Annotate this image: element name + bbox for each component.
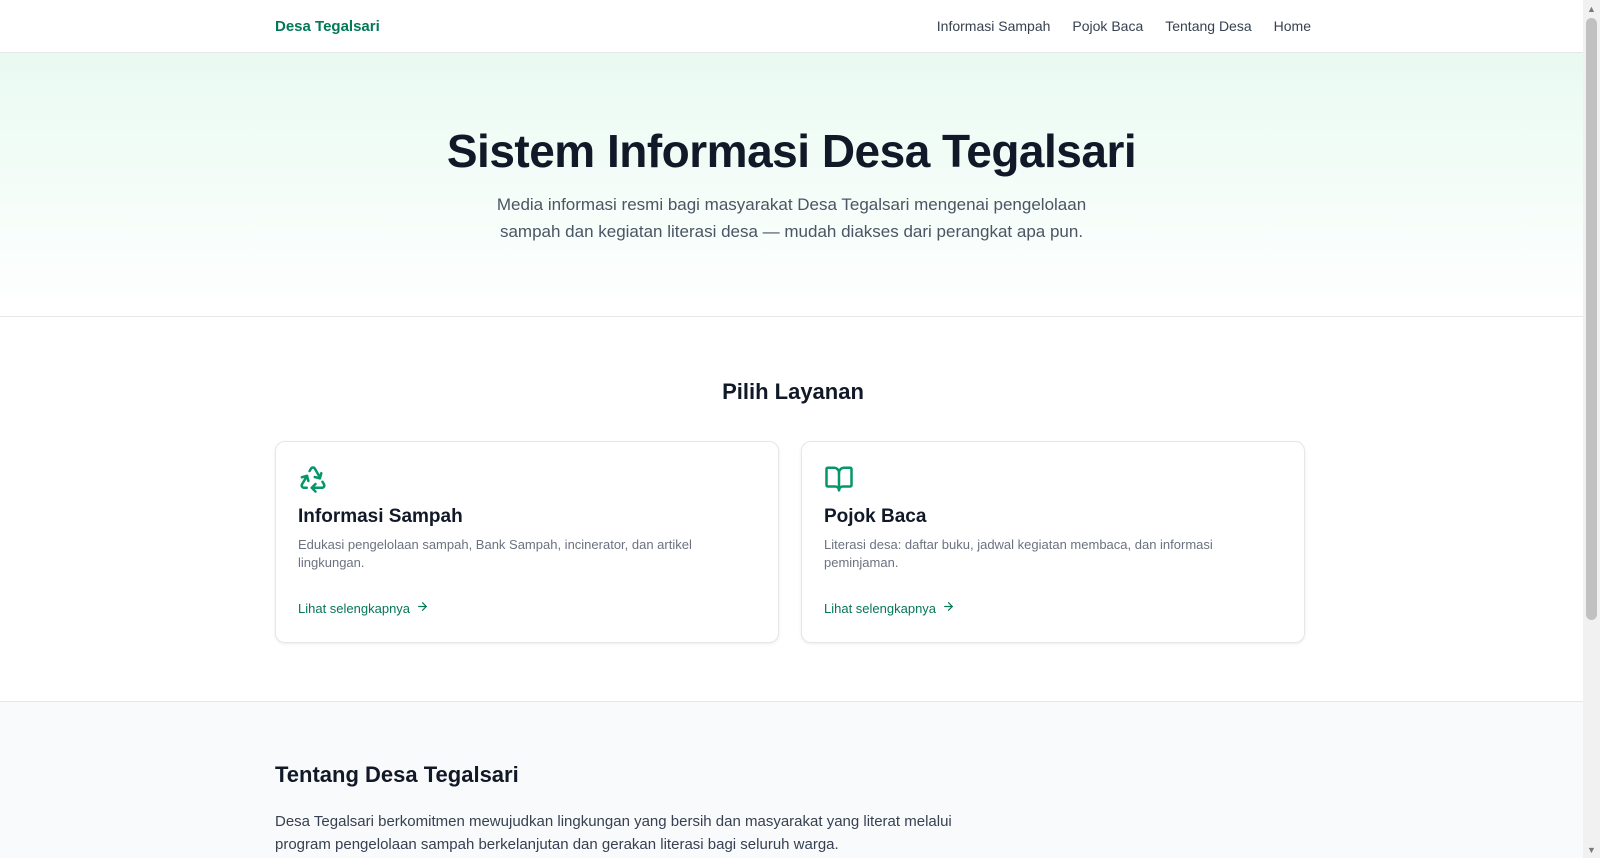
arrow-right-icon [416,600,429,616]
about-heading: Tentang Desa Tegalsari [275,762,519,787]
nav-link-home[interactable]: Home [1274,18,1311,34]
services-heading: Pilih Layanan [722,379,864,404]
brand-link[interactable]: Desa Tegalsari [275,18,380,35]
see-more-label: Lihat selengkapnya [824,600,937,616]
services-section: Pilih Layanan Informasi Sampah Edukasi p… [0,317,1583,702]
nav-link-pojok-baca[interactable]: Pojok Baca [1072,18,1143,34]
scrollbar-thumb[interactable] [1586,18,1597,620]
page: Desa Tegalsari Informasi Sampah Pojok Ba… [0,0,1583,858]
card-title: Pojok Baca [824,506,927,527]
arrow-right-icon [942,600,955,616]
service-cards: Informasi Sampah Edukasi pengelolaan sam… [275,441,1311,643]
service-card-informasi-sampah[interactable]: Informasi Sampah Edukasi pengelolaan sam… [275,441,779,643]
service-card-pojok-baca[interactable]: Pojok Baca Literasi desa: daftar buku, j… [801,441,1305,643]
see-more-link[interactable]: Lihat selengkapnya [298,600,429,616]
nav-link-informasi-sampah[interactable]: Informasi Sampah [937,18,1051,34]
navbar: Desa Tegalsari Informasi Sampah Pojok Ba… [0,0,1583,53]
about-section: Tentang Desa Tegalsari Desa Tegalsari be… [0,702,1583,858]
see-more-link[interactable]: Lihat selengkapnya [824,600,955,616]
scroll-up-arrow-icon[interactable]: ▲ [1583,0,1600,17]
book-open-icon [824,464,854,494]
card-description: Literasi desa: daftar buku, jadwal kegia… [824,537,1213,570]
nav-link-tentang-desa[interactable]: Tentang Desa [1165,18,1251,34]
hero-subtitle: Media informasi resmi bagi masyarakat De… [496,195,1087,241]
recycle-icon [298,464,328,494]
hero-title: Sistem Informasi Desa Tegalsari [446,125,1137,177]
card-title: Informasi Sampah [298,506,463,527]
about-text: Desa Tegalsari berkomitmen mewujudkan li… [275,813,952,853]
card-description: Edukasi pengelolaan sampah, Bank Sampah,… [298,537,692,570]
vertical-scrollbar[interactable]: ▲ ▼ [1583,0,1600,858]
nav-links: Informasi Sampah Pojok Baca Tentang Desa… [937,18,1311,34]
see-more-label: Lihat selengkapnya [298,600,411,616]
scroll-down-arrow-icon[interactable]: ▼ [1583,841,1600,858]
hero-section: Sistem Informasi Desa Tegalsari Media in… [0,53,1583,317]
